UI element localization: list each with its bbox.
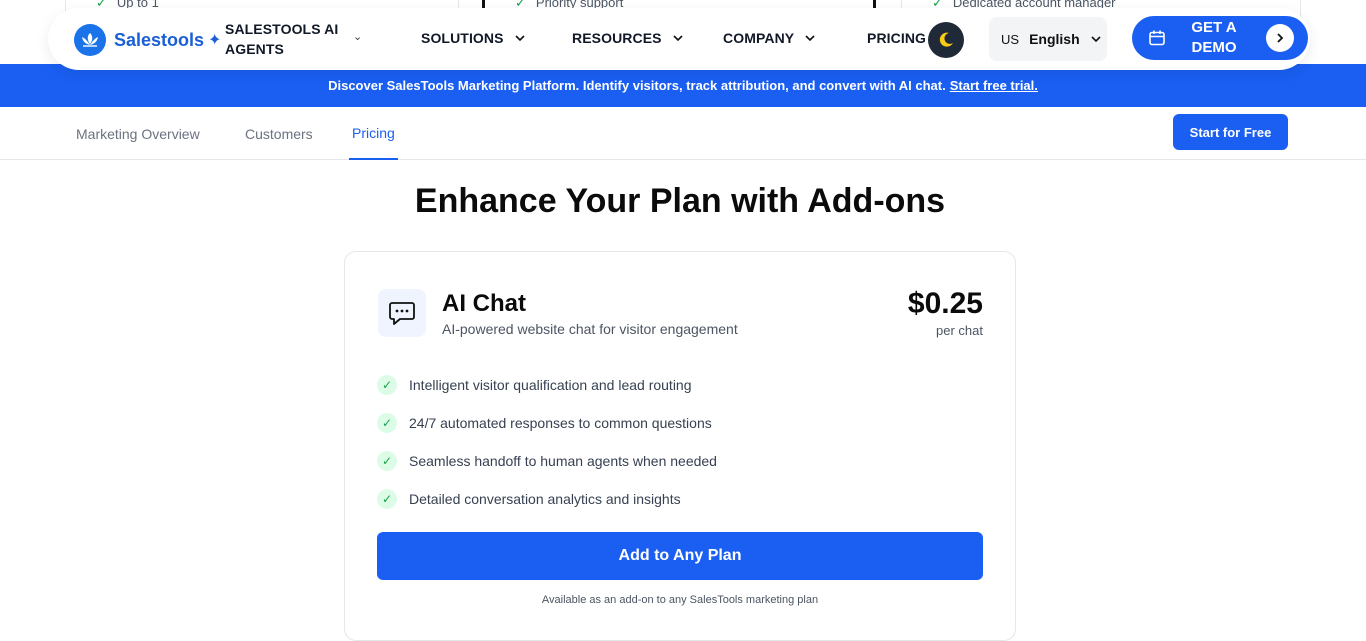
nav-item-resources[interactable]: RESOURCES bbox=[572, 30, 684, 46]
language-name: English bbox=[1029, 31, 1080, 47]
tab-marketing-overview[interactable]: Marketing Overview bbox=[76, 107, 200, 160]
chevron-down-icon[interactable]: ⌄ bbox=[353, 30, 362, 43]
get-demo-label: GET A DEMO bbox=[1191, 19, 1237, 56]
nav-item-label: RESOURCES bbox=[572, 30, 662, 46]
addon-name: AI Chat bbox=[442, 290, 526, 317]
addon-price: $0.25 bbox=[907, 287, 983, 320]
feature-list: ✓ Intelligent visitor qualification and l… bbox=[377, 366, 977, 518]
feature-text: Intelligent visitor qualification and le… bbox=[409, 377, 692, 393]
nav-item-label: SOLUTIONS bbox=[421, 30, 504, 46]
nav-item-label: COMPANY bbox=[723, 30, 795, 46]
get-demo-button[interactable]: GET A DEMO bbox=[1132, 16, 1308, 60]
lotus-logo-icon bbox=[74, 24, 106, 56]
nav-item-pricing[interactable]: PRICING bbox=[867, 30, 926, 46]
language-selector[interactable]: US English bbox=[989, 17, 1107, 61]
logo-text: Salestools bbox=[114, 29, 205, 50]
salestools-logo[interactable]: Salestools ✦ bbox=[74, 24, 221, 56]
sub-navigation: Marketing Overview Customers Pricing Sta… bbox=[0, 107, 1366, 160]
addon-footnote: Available as an add-on to any SalesTools… bbox=[541, 594, 819, 606]
check-icon: ✓ bbox=[377, 375, 397, 395]
addon-description: AI-powered website chat for visitor enga… bbox=[442, 321, 738, 337]
check-icon: ✓ bbox=[377, 451, 397, 471]
feature-item: ✓ Intelligent visitor qualification and l… bbox=[377, 366, 977, 404]
feature-text: Detailed conversation analytics and insi… bbox=[409, 491, 681, 507]
sparkle-icon: ✦ bbox=[208, 32, 222, 49]
tab-customers[interactable]: Customers bbox=[245, 107, 313, 160]
check-icon: ✓ bbox=[377, 489, 397, 509]
start-free-trial-link[interactable]: Start free trial. bbox=[950, 78, 1038, 93]
chevron-down-icon bbox=[1091, 36, 1101, 43]
chevron-down-icon bbox=[805, 35, 815, 42]
nav-item-solutions[interactable]: SOLUTIONS bbox=[421, 30, 526, 46]
addon-price-unit: per chat bbox=[936, 323, 983, 338]
nav-item-label: PRICING bbox=[867, 30, 927, 46]
tab-pricing[interactable]: Pricing bbox=[349, 107, 398, 160]
feature-item: ✓ Seamless handoff to human agents when n… bbox=[377, 442, 977, 480]
calendar-icon bbox=[1149, 30, 1165, 46]
feature-text: Seamless handoff to human agents when ne… bbox=[409, 453, 717, 469]
feature-text: 24/7 automated responses to common quest… bbox=[409, 415, 712, 431]
nav-item-ai-agents[interactable]: SALESTOOLS AI AGENTS bbox=[225, 19, 355, 59]
chevron-right-icon bbox=[1266, 24, 1294, 52]
add-to-any-plan-button[interactable]: Add to Any Plan bbox=[377, 532, 983, 580]
addon-card-ai-chat: AI Chat AI-powered website chat for visi… bbox=[344, 251, 1016, 641]
chevron-down-icon bbox=[515, 35, 525, 42]
chat-bubble-icon bbox=[378, 289, 426, 337]
nav-item-label: SALESTOOLS AI AGENTS bbox=[225, 21, 339, 57]
feature-item: ✓ 24/7 automated responses to common ques… bbox=[377, 404, 977, 442]
banner-text: Discover SalesTools Marketing Platform. … bbox=[328, 78, 946, 93]
moon-icon bbox=[939, 32, 953, 47]
section-title: Enhance Your Plan with Add-ons bbox=[414, 182, 946, 220]
announcement-banner: Discover SalesTools Marketing Platform. … bbox=[0, 64, 1366, 107]
start-for-free-button[interactable]: Start for Free bbox=[1173, 114, 1288, 150]
feature-item: ✓ Detailed conversation analytics and ins… bbox=[377, 480, 977, 518]
theme-toggle-button[interactable] bbox=[928, 22, 964, 58]
country-code: US bbox=[1001, 31, 1020, 47]
nav-item-company[interactable]: COMPANY bbox=[723, 30, 816, 46]
chevron-down-icon bbox=[673, 35, 683, 42]
check-icon: ✓ bbox=[377, 413, 397, 433]
main-navbar: Salestools ✦ SALESTOOLS AI AGENTS ⌄ SOLU… bbox=[48, 8, 1310, 70]
